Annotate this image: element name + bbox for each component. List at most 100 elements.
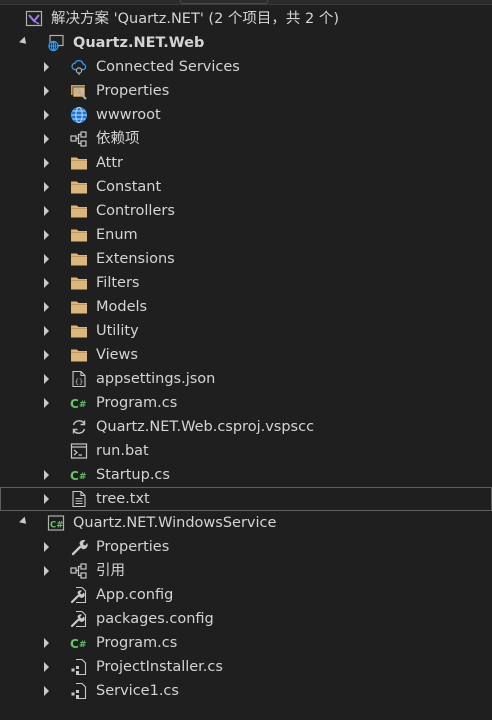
tree-item-label: Program.cs	[96, 395, 178, 411]
project-node-web[interactable]: Quartz.NET.Web	[0, 31, 492, 55]
tree-item-label: 引用	[96, 563, 125, 579]
tree-item-properties[interactable]: Properties	[0, 79, 492, 103]
folder-icon	[70, 322, 88, 340]
tree-item-label: Connected Services	[96, 59, 240, 75]
tree-item-service1[interactable]: Service1.cs	[0, 679, 492, 703]
tree-item-tree-txt[interactable]: tree.txt	[0, 487, 492, 511]
expand-arrow[interactable]	[40, 199, 52, 223]
web-project-icon	[47, 34, 65, 52]
tree-item-properties-ws[interactable]: Properties	[0, 535, 492, 559]
folder-icon	[70, 226, 88, 244]
tree-item-label: Constant	[96, 179, 162, 195]
tree-item-references[interactable]: 引用	[0, 559, 492, 583]
expand-arrow[interactable]	[40, 319, 52, 343]
svg-text:#: #	[79, 640, 87, 650]
tree-item-label: Enum	[96, 227, 138, 243]
solution-label: 解决方案 'Quartz.NET' (2 个项目，共 2 个)	[51, 11, 340, 27]
json-file-icon: {}	[70, 370, 88, 388]
tree-item-label: Extensions	[96, 251, 175, 267]
tree-item-label: ProjectInstaller.cs	[96, 659, 223, 675]
tree-item-folder-utility[interactable]: Utility	[0, 319, 492, 343]
expand-arrow[interactable]	[40, 343, 52, 367]
tree-item-program-cs-ws[interactable]: C # Program.cs	[0, 631, 492, 655]
tree-item-folder-enum[interactable]: Enum	[0, 223, 492, 247]
folder-icon	[70, 250, 88, 268]
tree-item-startup-cs[interactable]: C # Startup.cs	[0, 463, 492, 487]
expand-arrow[interactable]	[40, 679, 52, 703]
expand-arrow[interactable]	[40, 631, 52, 655]
tree-item-vspscc[interactable]: Quartz.NET.Web.csproj.vspscc	[0, 415, 492, 439]
svg-text:C#: C#	[50, 521, 63, 531]
dependencies-icon	[70, 130, 88, 148]
tree-item-folder-extensions[interactable]: Extensions	[0, 247, 492, 271]
solution-explorer-tree: 解决方案 'Quartz.NET' (2 个项目，共 2 个) Quartz.N…	[0, 7, 492, 703]
tree-item-label: Filters	[96, 275, 140, 291]
project-label: Quartz.NET.Web	[73, 35, 205, 51]
tree-item-label: tree.txt	[96, 491, 150, 507]
svg-text:C: C	[70, 397, 79, 411]
expand-arrow[interactable]	[40, 175, 52, 199]
expand-arrow[interactable]	[40, 271, 52, 295]
text-file-icon	[70, 490, 88, 508]
tree-item-label: Controllers	[96, 203, 175, 219]
tree-item-label: Program.cs	[96, 635, 178, 651]
tree-item-label: run.bat	[96, 443, 149, 459]
tree-item-label: Utility	[96, 323, 139, 339]
tree-item-app-config[interactable]: App.config	[0, 583, 492, 607]
tree-item-label: Properties	[96, 539, 170, 555]
expand-arrow[interactable]	[18, 511, 30, 535]
tree-item-run-bat[interactable]: run.bat	[0, 439, 492, 463]
tree-item-program-cs[interactable]: C # Program.cs	[0, 391, 492, 415]
expand-arrow[interactable]	[40, 55, 52, 79]
svg-text:#: #	[79, 400, 87, 410]
expand-arrow[interactable]	[40, 223, 52, 247]
tree-item-label: Service1.cs	[96, 683, 179, 699]
tree-item-wwwroot[interactable]: wwwroot	[0, 103, 492, 127]
connected-services-icon	[70, 58, 88, 76]
tree-item-dependencies[interactable]: 依赖项	[0, 127, 492, 151]
tree-item-label: Quartz.NET.Web.csproj.vspscc	[96, 419, 315, 435]
tree-item-connected-services[interactable]: Connected Services	[0, 55, 492, 79]
expand-arrow[interactable]	[40, 79, 52, 103]
expand-arrow[interactable]	[40, 535, 52, 559]
expand-arrow[interactable]	[40, 487, 52, 511]
project-node-windowsservice[interactable]: C# Quartz.NET.WindowsService	[0, 511, 492, 535]
tab-notch	[180, 0, 268, 4]
batch-file-icon	[70, 442, 88, 460]
expand-arrow[interactable]	[18, 31, 30, 55]
expand-arrow[interactable]	[40, 127, 52, 151]
tree-item-packages-config[interactable]: packages.config	[0, 607, 492, 631]
tree-item-folder-models[interactable]: Models	[0, 295, 492, 319]
tree-item-appsettings[interactable]: {} appsettings.json	[0, 367, 492, 391]
tree-item-label: Properties	[96, 83, 170, 99]
config-file-icon	[70, 610, 88, 628]
expand-arrow[interactable]	[40, 655, 52, 679]
expand-arrow[interactable]	[40, 463, 52, 487]
svg-text:{}: {}	[75, 378, 83, 386]
expand-arrow[interactable]	[40, 367, 52, 391]
svg-text:#: #	[79, 472, 87, 482]
folder-icon	[70, 178, 88, 196]
expand-arrow[interactable]	[40, 103, 52, 127]
expand-arrow[interactable]	[40, 151, 52, 175]
folder-icon	[70, 202, 88, 220]
tree-item-label: packages.config	[96, 611, 214, 627]
component-file-icon	[70, 658, 88, 676]
tree-item-folder-constant[interactable]: Constant	[0, 175, 492, 199]
tree-item-projectinstaller[interactable]: ProjectInstaller.cs	[0, 655, 492, 679]
tree-item-label: appsettings.json	[96, 371, 216, 387]
expand-arrow[interactable]	[40, 559, 52, 583]
expand-arrow[interactable]	[40, 295, 52, 319]
solution-node[interactable]: 解决方案 'Quartz.NET' (2 个项目，共 2 个)	[0, 7, 492, 31]
folder-icon	[70, 274, 88, 292]
tab-strip-edge	[0, 0, 492, 5]
component-file-icon	[70, 682, 88, 700]
tree-item-folder-views[interactable]: Views	[0, 343, 492, 367]
csharp-file-icon: C #	[70, 466, 88, 484]
expand-arrow[interactable]	[40, 391, 52, 415]
expand-arrow[interactable]	[40, 247, 52, 271]
tree-item-folder-filters[interactable]: Filters	[0, 271, 492, 295]
tree-item-folder-attr[interactable]: Attr	[0, 151, 492, 175]
tree-item-folder-controllers[interactable]: Controllers	[0, 199, 492, 223]
csharp-file-icon: C #	[70, 394, 88, 412]
